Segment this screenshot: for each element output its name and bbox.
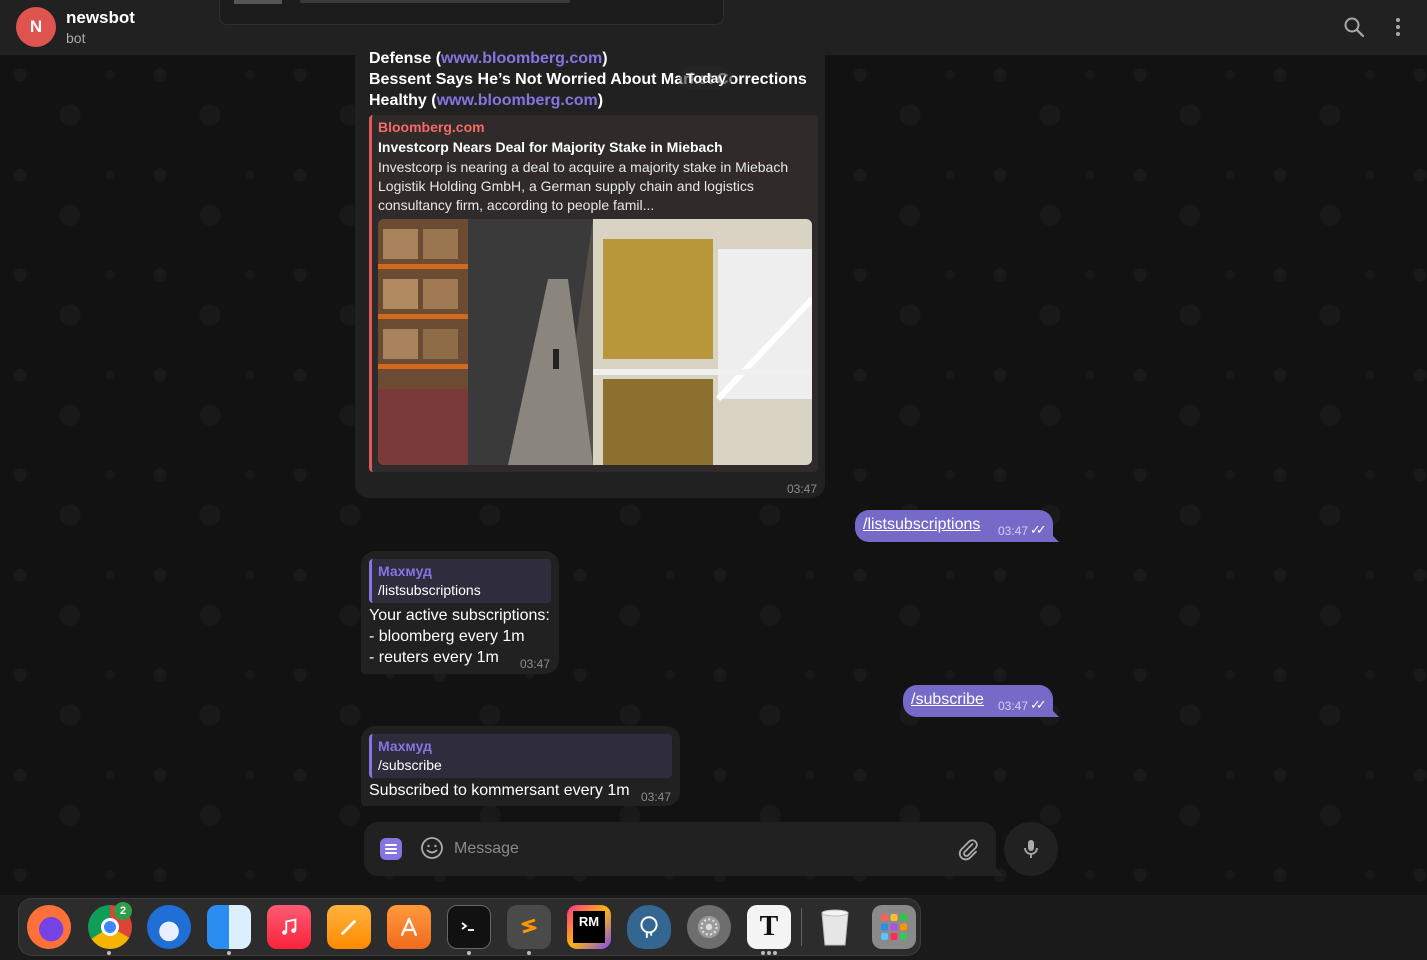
reply-author: Махмуд xyxy=(378,738,432,754)
message-outgoing[interactable]: /subscribe 03:47 ✓✓ xyxy=(903,685,1059,717)
bubble-tail xyxy=(1049,532,1059,542)
message-line: Subscribed to kommersant every 1m xyxy=(369,782,630,799)
link-preview-title: Investcorp Nears Deal for Majority Stake… xyxy=(378,139,723,155)
link-preview[interactable]: Bloomberg.com Investcorp Nears Deal for … xyxy=(369,115,818,472)
double-check-icon: ✓✓ xyxy=(1030,697,1047,712)
bot-menu-icon[interactable] xyxy=(380,838,402,860)
pages-icon[interactable] xyxy=(327,905,371,949)
pinned-thumbnail xyxy=(234,0,282,4)
emoji-icon[interactable] xyxy=(420,836,444,860)
pinned-message-bar[interactable] xyxy=(219,0,724,25)
typora-icon[interactable]: T xyxy=(747,905,791,949)
message-time: 03:47 xyxy=(998,524,1029,538)
more-vertical-icon[interactable] xyxy=(1386,15,1410,39)
message-incoming[interactable]: Махмуд /subscribe Subscribed to kommersa… xyxy=(361,726,680,806)
message-time: 03:47 xyxy=(520,657,551,671)
date-divider: Today xyxy=(680,67,733,89)
avatar[interactable]: N xyxy=(16,7,56,47)
running-indicator xyxy=(767,951,771,955)
link-preview-description: Investcorp is nearing a deal to acquire … xyxy=(378,159,789,213)
message-line: Healthy (www.bloomberg.com) xyxy=(369,92,604,109)
rubymine-icon[interactable]: RM xyxy=(567,905,611,949)
running-indicator xyxy=(467,951,471,955)
message-time: 03:47 xyxy=(787,482,818,496)
reply-text: /subscribe xyxy=(378,757,442,773)
command-link[interactable]: /subscribe xyxy=(911,691,984,709)
message-link[interactable]: www.bloomberg.com xyxy=(441,50,602,67)
running-indicator xyxy=(107,951,111,955)
app-store-icon[interactable] xyxy=(387,905,431,949)
trash-icon[interactable] xyxy=(813,905,857,949)
reply-quote[interactable]: Махмуд /subscribe xyxy=(369,734,672,778)
double-check-icon: ✓✓ xyxy=(1030,522,1047,537)
message-time: 03:47 xyxy=(641,790,672,804)
running-indicator xyxy=(761,951,765,955)
message-line: - reuters every 1m xyxy=(369,649,499,666)
reply-author: Махмуд xyxy=(378,563,432,579)
firefox-icon[interactable] xyxy=(27,905,71,949)
running-indicator xyxy=(527,951,531,955)
message-link[interactable]: www.bloomberg.com xyxy=(437,92,598,109)
chat-title[interactable]: newsbot xyxy=(66,8,135,28)
notification-badge: 2 xyxy=(114,902,132,920)
system-settings-icon[interactable] xyxy=(687,905,731,949)
message-incoming-news[interactable]: Defense (www.bloomberg.com) Bessent Says… xyxy=(355,40,825,498)
link-preview-image[interactable] xyxy=(378,219,812,465)
sublime-text-icon[interactable] xyxy=(507,905,551,949)
dock-separator xyxy=(801,908,802,946)
music-icon[interactable] xyxy=(267,905,311,949)
message-line: - bloomberg every 1m xyxy=(369,628,525,645)
thunderbird-icon[interactable] xyxy=(147,905,191,949)
message-incoming[interactable]: Махмуд /listsubscriptions Your active su… xyxy=(361,551,559,674)
search-icon[interactable] xyxy=(1342,15,1366,39)
launchpad-icon[interactable] xyxy=(872,905,916,949)
typora-label: T xyxy=(759,911,779,942)
composer-tail xyxy=(994,866,1004,876)
pinned-text-placeholder xyxy=(300,0,570,3)
command-link[interactable]: /listsubscriptions xyxy=(863,516,980,534)
reply-text: /listsubscriptions xyxy=(378,582,481,598)
terminal-icon[interactable] xyxy=(447,905,491,949)
message-input[interactable] xyxy=(454,836,934,862)
finder-icon[interactable] xyxy=(207,905,251,949)
bubble-tail xyxy=(1049,707,1059,717)
rubymine-label: RM xyxy=(573,911,605,943)
running-indicator xyxy=(773,951,777,955)
link-preview-site: Bloomberg.com xyxy=(378,119,485,135)
message-line: Bessent Says He’s Not Worried About Mark… xyxy=(369,71,807,88)
message-line: Your active subscriptions: xyxy=(369,607,550,624)
postgresql-icon[interactable] xyxy=(627,905,671,949)
message-outgoing[interactable]: /listsubscriptions 03:47 ✓✓ xyxy=(855,510,1059,542)
message-time: 03:47 xyxy=(998,699,1029,713)
chat-status: bot xyxy=(66,30,86,46)
microphone-icon[interactable] xyxy=(1004,822,1058,876)
message-composer[interactable] xyxy=(364,822,996,876)
reply-quote[interactable]: Махмуд /listsubscriptions xyxy=(369,559,551,603)
message-line: Defense (www.bloomberg.com) xyxy=(369,50,608,67)
running-indicator xyxy=(227,951,231,955)
paperclip-icon[interactable] xyxy=(956,837,980,861)
